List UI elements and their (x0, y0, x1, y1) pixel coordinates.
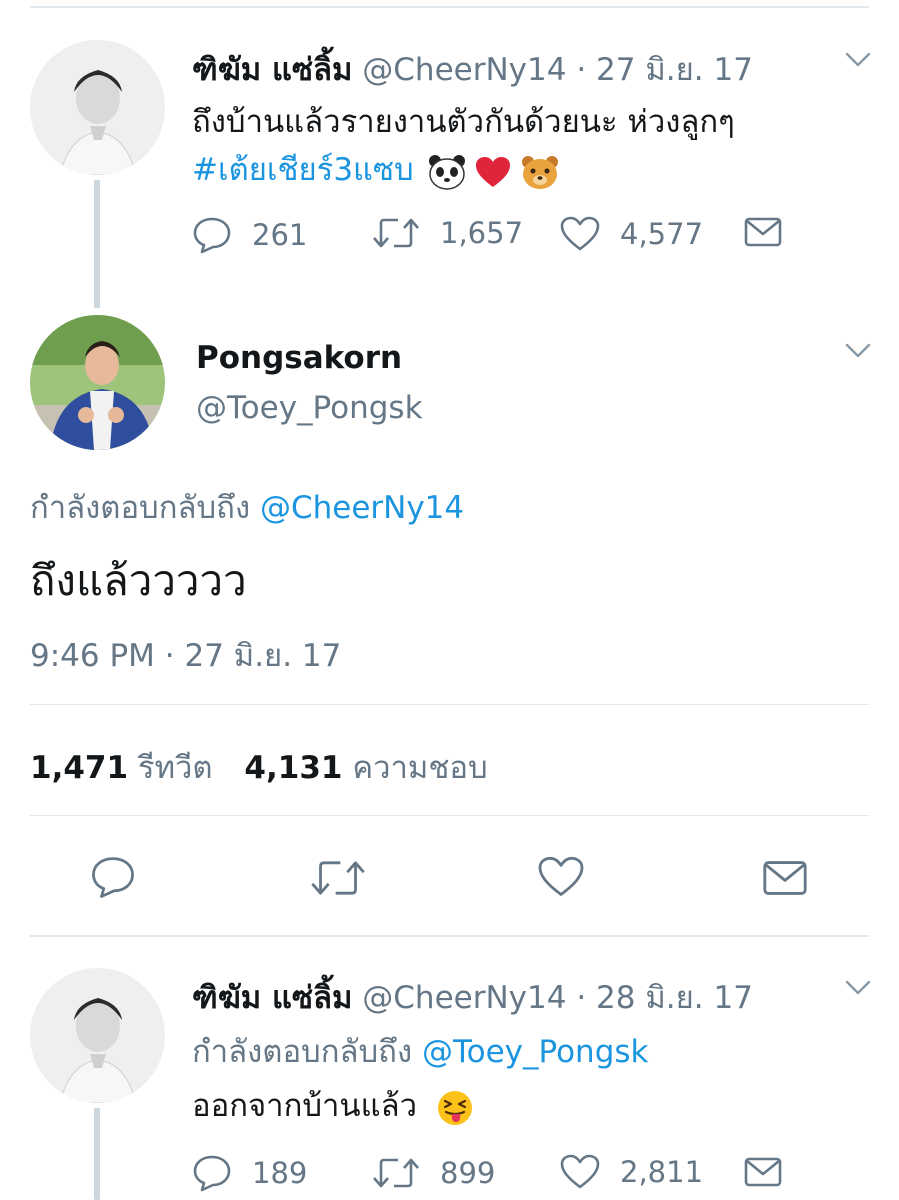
reply-count: 261 (252, 218, 308, 252)
retweet-stat-count: 1,471 (30, 750, 129, 786)
reply-icon (92, 857, 134, 898)
retweet-count: 1,657 (440, 216, 524, 250)
retweet-icon (373, 1158, 419, 1188)
reply-count: 189 (252, 1156, 308, 1190)
chevron-down-icon[interactable] (845, 343, 871, 359)
direct-message-button[interactable] (744, 216, 782, 248)
divider (30, 704, 869, 705)
divider (30, 935, 869, 937)
display-name[interactable]: ฑิฆัม แซ่ลิ้ม (192, 980, 352, 1016)
envelope-icon (763, 861, 807, 895)
envelope-icon (744, 217, 782, 247)
tweet-text: ออกจากบ้านแล้ว (192, 1088, 418, 1124)
retweet-button[interactable]: 899 (372, 1156, 495, 1190)
retweet-icon (373, 218, 419, 248)
like-button[interactable] (537, 856, 585, 898)
replying-to: กำลังตอบกลับถึง @Toey_Pongsk (192, 1026, 649, 1076)
tweet-date[interactable]: 28 มิ.ย. 17 (596, 980, 753, 1016)
handle[interactable]: @CheerNy14 (362, 52, 566, 88)
tweet-text: ถึงบ้านแล้วรายงานตัวกันด้วยนะ ห่วงลูกๆ (192, 104, 735, 140)
replying-to-label: กำลังตอบกลับถึง (192, 1034, 413, 1070)
envelope-icon (744, 1157, 782, 1187)
reply-button[interactable] (90, 855, 136, 899)
replying-to-link[interactable]: @Toey_Pongsk (422, 1034, 649, 1070)
hashtag-link[interactable]: #เต้ยเชียร์3แซบ (192, 152, 414, 188)
tweet-stats: 1,471 รีทวีต 4,131 ความชอบ (30, 742, 488, 792)
panda-face-icon (428, 154, 465, 190)
chevron-down-icon[interactable] (845, 52, 871, 68)
retweet-count: 899 (440, 1156, 496, 1190)
reply-button[interactable]: 261 (192, 216, 307, 254)
like-count: 2,811 (620, 1155, 704, 1189)
heart-icon (560, 216, 600, 251)
replying-to: กำลังตอบกลับถึง @CheerNy14 (30, 482, 464, 532)
like-button[interactable]: 2,811 (560, 1154, 703, 1190)
tweet-date[interactable]: 27 มิ.ย. 17 (596, 52, 753, 88)
avatar[interactable] (30, 315, 165, 450)
avatar[interactable] (30, 968, 165, 1103)
retweet-stat-label: รีทวีต (137, 750, 213, 786)
like-stat[interactable]: 4,131 ความชอบ (244, 750, 487, 786)
separator: · (576, 52, 587, 88)
retweet-button[interactable]: 1,657 (372, 216, 523, 250)
retweet-button[interactable] (310, 858, 366, 898)
heart-icon (560, 1154, 600, 1189)
handle[interactable]: @CheerNy14 (362, 980, 566, 1016)
separator: · (576, 980, 587, 1016)
reply-icon (193, 217, 231, 254)
replying-to-label: กำลังตอบกลับถึง (30, 490, 251, 526)
chevron-down-icon[interactable] (845, 980, 871, 996)
replying-to-link[interactable]: @CheerNy14 (260, 490, 464, 526)
bear-face-icon (522, 155, 559, 189)
reply-icon (193, 1155, 231, 1192)
retweet-stat[interactable]: 1,471 รีทวีต (30, 750, 222, 786)
like-button[interactable]: 4,577 (560, 216, 703, 252)
display-name[interactable]: ฑิฆัม แซ่ลิ้ม (192, 52, 352, 88)
display-name[interactable]: Pongsakorn (196, 340, 402, 376)
tweet-hashtag-line: #เต้ยเชียร์3แซบ (192, 144, 559, 194)
tweet-header: ฑิฆัม แซ่ลิ้ม @CheerNy14 · 28 มิ.ย. 17 (192, 972, 753, 1022)
divider (30, 815, 869, 816)
tweet-header: ฑิฆัม แซ่ลิ้ม @CheerNy14 · 27 มิ.ย. 17 (192, 44, 753, 94)
tweet-timestamp[interactable]: 9:46 PM · 27 มิ.ย. 17 (30, 630, 341, 680)
squinting-tongue-face-icon (437, 1090, 472, 1125)
handle[interactable]: @Toey_Pongsk (196, 390, 423, 426)
direct-message-button[interactable] (762, 859, 808, 897)
retweet-icon (311, 861, 365, 895)
direct-message-button[interactable] (744, 1156, 782, 1188)
like-stat-count: 4,131 (244, 750, 343, 786)
tweet-text-line: ออกจากบ้านแล้ว (192, 1080, 473, 1130)
avatar[interactable] (30, 40, 165, 175)
like-count: 4,577 (620, 217, 704, 251)
top-divider (30, 6, 869, 8)
tweet-text: ถึงแล้ววววว (30, 556, 247, 605)
heart-icon (538, 856, 584, 896)
red-heart-icon (476, 156, 511, 187)
thread-line (94, 1108, 100, 1200)
thread-line (94, 180, 100, 308)
like-stat-label: ความชอบ (352, 750, 488, 786)
reply-button[interactable]: 189 (192, 1154, 307, 1192)
